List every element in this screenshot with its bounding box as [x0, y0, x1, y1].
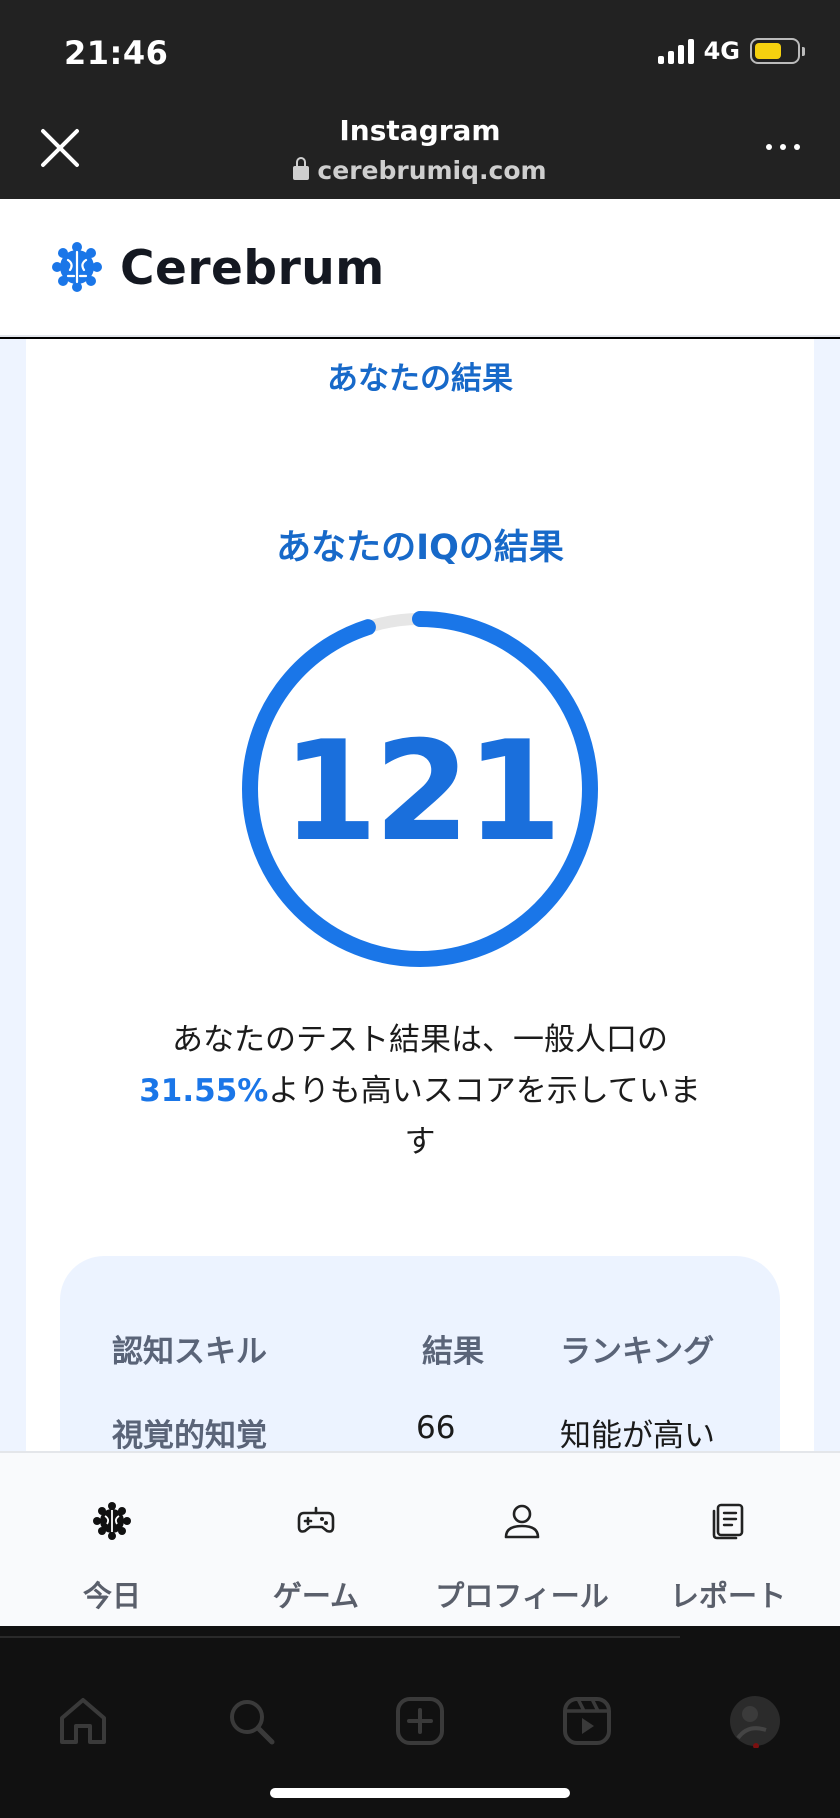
- divider: [0, 1636, 680, 1638]
- battery-icon: [750, 38, 805, 64]
- skill-score: 66: [416, 1410, 456, 1446]
- home-indicator[interactable]: [270, 1788, 570, 1798]
- nav-label-profile: プロフィール: [435, 1579, 609, 1613]
- report-icon: [712, 1503, 744, 1540]
- nav-report[interactable]: レポート: [668, 1453, 788, 1628]
- percentile-value: 31.55%: [139, 1073, 269, 1109]
- nav-label-games: ゲーム: [272, 1579, 360, 1613]
- browser-url[interactable]: cerebrumiq.com: [0, 156, 840, 185]
- section-title: あなたの結果: [327, 361, 513, 397]
- site-header: Cerebrum: [0, 199, 840, 337]
- header-result: 結果: [422, 1334, 484, 1370]
- url-text: cerebrumiq.com: [317, 156, 547, 185]
- status-time: 21:46: [64, 34, 169, 72]
- skill-ranking: 知能が高い: [560, 1418, 715, 1451]
- status-icons: 4G: [657, 36, 805, 66]
- nav-games[interactable]: ゲーム: [256, 1453, 376, 1628]
- brain-icon: [93, 1502, 131, 1540]
- browser-title: Instagram: [339, 114, 501, 147]
- browser-header: 21:46 4G Instagram cerebrumiq.com: [0, 0, 840, 199]
- app-bottom-nav: 今日 ゲーム プロフィール レポート: [0, 1451, 840, 1626]
- nav-label-today: 今日: [82, 1579, 141, 1613]
- signal-icon: [657, 38, 694, 64]
- create-icon[interactable]: [393, 1694, 447, 1748]
- lock-icon: [293, 157, 310, 180]
- iq-title: あなたのIQの結果: [276, 528, 564, 568]
- search-icon[interactable]: [224, 1694, 278, 1748]
- reels-icon[interactable]: [560, 1694, 614, 1748]
- profile-avatar[interactable]: [728, 1694, 782, 1748]
- main-content[interactable]: あなたの結果 あなたのIQの結果 121 あなたのテスト結果は、一般人口の 31.…: [0, 339, 840, 1451]
- gamepad-icon: [297, 1506, 335, 1533]
- user-icon: [504, 1504, 540, 1539]
- desc-after: よりも高いスコアを示しています: [268, 1073, 701, 1160]
- brain-logo-icon[interactable]: [50, 240, 104, 294]
- nav-label-report: レポート: [669, 1579, 786, 1613]
- desc-before: あなたのテスト結果は、一般人口の: [172, 1022, 668, 1058]
- iq-gauge: 121: [242, 611, 598, 967]
- skill-name: 視覚的知覚: [112, 1418, 267, 1451]
- iq-score: 121: [282, 711, 558, 872]
- nav-profile[interactable]: プロフィール: [430, 1453, 614, 1628]
- nav-today[interactable]: 今日: [52, 1453, 172, 1628]
- result-card: あなたの結果 あなたのIQの結果 121 あなたのテスト結果は、一般人口の 31.…: [26, 339, 814, 1451]
- skills-table: 認知スキル 結果 ランキング 視覚的知覚 66 知能が高い: [60, 1256, 780, 1451]
- brand-name[interactable]: Cerebrum: [120, 241, 385, 296]
- home-icon[interactable]: [56, 1694, 110, 1748]
- header-skill: 認知スキル: [112, 1334, 267, 1370]
- result-description: あなたのテスト結果は、一般人口の 31.55%よりも高いスコアを示しています: [126, 1015, 714, 1168]
- more-options-icon[interactable]: [766, 144, 800, 150]
- network-type: 4G: [703, 37, 740, 65]
- header-ranking: ランキング: [560, 1334, 715, 1370]
